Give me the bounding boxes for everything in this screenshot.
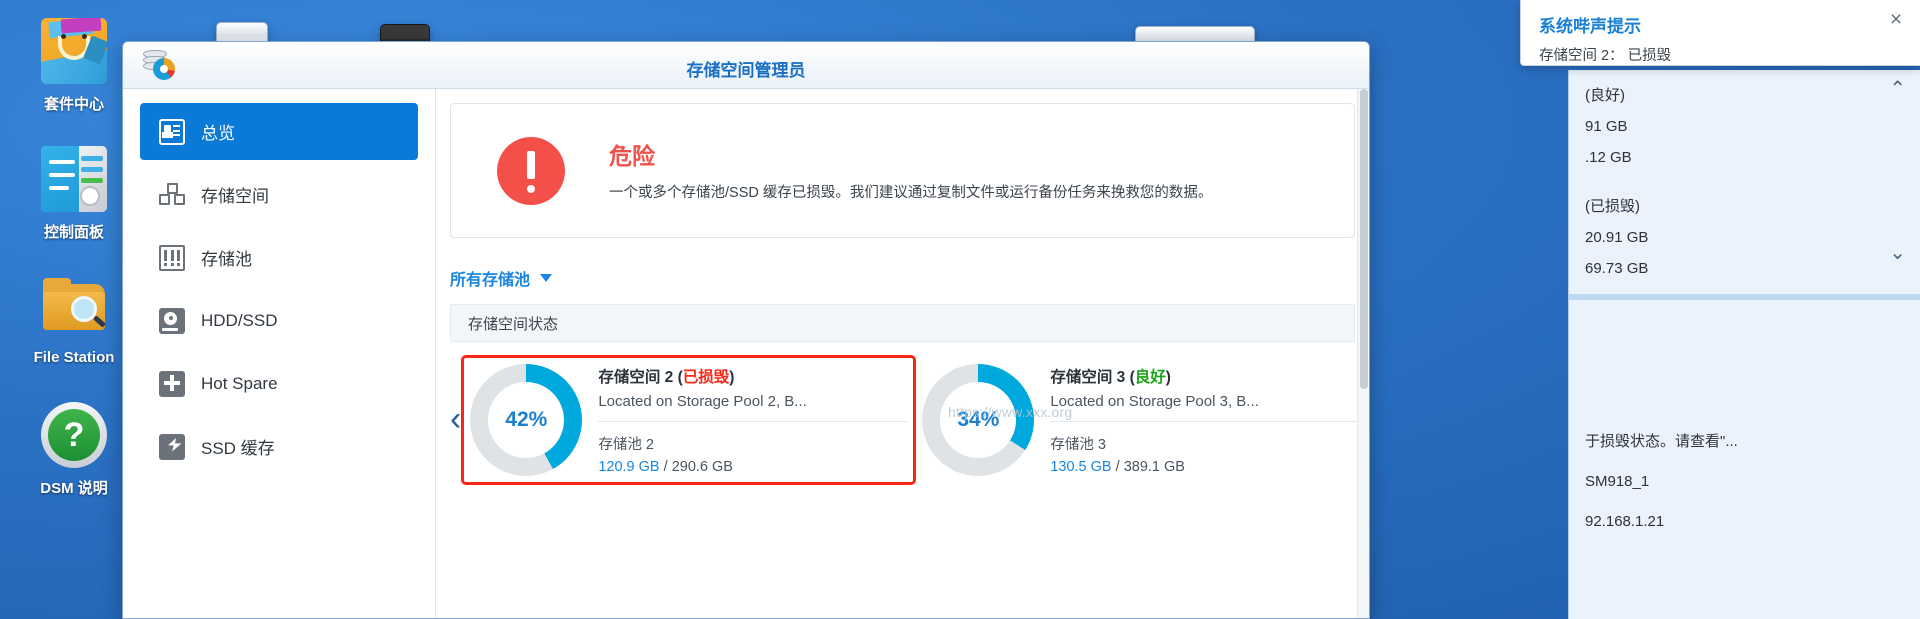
sidebar-item-label: 总览 — [201, 124, 235, 143]
capacity-separator: / — [663, 458, 672, 475]
storage-manager-window: 存储空间管理员 总览 存储空间 存储池 HDD/SSD Hot Spare SS… — [122, 41, 1370, 619]
danger-alert-panel: 危险 一个或多个存储池/SSD 缓存已损毁。我们建议通过复制文件或运行备份任务来… — [450, 103, 1355, 238]
desktop-info-panel: ⌃ ⌄ (良好) 91 GB .12 GB (已损毁) 20.91 GB 69.… — [1568, 70, 1920, 619]
system-notification-toast[interactable]: × 系统哔声提示 存储空间 2： 已损毁 — [1520, 0, 1920, 66]
hdd-ssd-icon — [159, 307, 185, 334]
chevron-up-icon[interactable]: ⌃ — [1889, 76, 1906, 101]
background-window-titlebar — [381, 25, 429, 39]
storage-cards-carousel: ‹ 42% 存储空间 2 (已损毁) Located on Storage Po… — [450, 342, 1366, 497]
control-panel-icon — [41, 146, 107, 212]
sidebar-item-overview[interactable]: 总览 — [140, 103, 418, 160]
dsm-help-icon: ? — [41, 402, 107, 468]
volume-pool-label: 存储池 2 — [598, 436, 654, 453]
volume-icon — [159, 182, 185, 208]
desktop-icon-label: File Station — [33, 349, 115, 366]
overview-icon — [159, 118, 185, 145]
info-line: 92.168.1.21 — [1585, 513, 1665, 530]
danger-exclamation-icon — [497, 136, 565, 205]
volume-title: 存储空间 3 (良好) — [1050, 365, 1365, 387]
sidebar-item-storage-pool[interactable]: 存储池 — [140, 229, 418, 286]
section-title: 存储空间状态 — [468, 315, 559, 333]
volume-subtitle: Located on Storage Pool 2, B... — [598, 393, 908, 422]
sidebar-item-label: Hot Spare — [201, 373, 278, 393]
info-line: SM918_1 — [1585, 473, 1650, 490]
storage-status-section-header: 存储空间状态 — [450, 304, 1355, 342]
sidebar-item-label: 存储空间 — [201, 187, 269, 206]
used-capacity: 130.5 GB — [1050, 458, 1112, 475]
volume-capacity: 130.5 GB / 389.1 GB — [1050, 459, 1365, 475]
usage-donut-chart: 42% — [470, 363, 583, 476]
volume-name: 存储空间 2 — [598, 368, 674, 386]
info-line: 20.91 GB — [1585, 229, 1649, 246]
info-panel-block-two: 于损毁状态。请查看"... SM918_1 92.168.1.21 — [1569, 300, 1920, 542]
info-line: .12 GB — [1585, 149, 1632, 166]
window-body: 总览 存储空间 存储池 HDD/SSD Hot Spare SSD 缓存 危险 … — [123, 89, 1369, 618]
desktop-icon-label: 控制面板 — [43, 224, 104, 241]
chevron-down-icon — [540, 274, 553, 282]
window-titlebar[interactable]: 存储空间管理员 — [123, 42, 1369, 89]
storage-pool-icon — [159, 244, 185, 271]
info-line: 91 GB — [1585, 118, 1628, 135]
carousel-prev-arrow[interactable]: ‹ — [450, 400, 461, 439]
sidebar-item-volume[interactable]: 存储空间 — [140, 166, 418, 223]
package-center-icon — [41, 18, 107, 84]
usage-percent-label: 42% — [505, 407, 548, 431]
file-station-icon — [41, 274, 107, 340]
toast-message: 存储空间 2： 已损毁 — [1539, 48, 1672, 64]
sidebar-item-hot-spare[interactable]: Hot Spare — [140, 355, 418, 412]
background-window-titlebar — [217, 23, 267, 37]
volume-pool-label: 存储池 3 — [1050, 436, 1106, 453]
status-badge: (已损毁) — [677, 368, 735, 386]
close-icon[interactable]: × — [1886, 9, 1906, 30]
background-window-titlebar — [1136, 27, 1254, 41]
content-area: 危险 一个或多个存储池/SSD 缓存已损毁。我们建议通过复制文件或运行备份任务来… — [436, 89, 1369, 618]
used-capacity: 120.9 GB — [598, 458, 660, 475]
content-scrollbar[interactable] — [1357, 89, 1369, 618]
hot-spare-icon — [159, 370, 185, 397]
alert-description: 一个或多个存储池/SSD 缓存已损毁。我们建议通过复制文件或运行备份任务来挽救您… — [609, 184, 1213, 201]
sidebar-item-hdd-ssd[interactable]: HDD/SSD — [140, 292, 418, 349]
info-line: 于损毁状态。请查看"... — [1585, 433, 1738, 450]
volume-title: 存储空间 2 (已损毁) — [598, 365, 907, 387]
volume-capacity: 120.9 GB / 290.6 GB — [598, 459, 907, 475]
info-line: (已损毁) — [1585, 198, 1640, 215]
sidebar-item-ssd-cache[interactable]: SSD 缓存 — [140, 418, 418, 475]
total-capacity: 290.6 GB — [671, 458, 733, 475]
info-line: (良好) — [1585, 87, 1625, 104]
volume-name: 存储空间 3 — [1050, 368, 1126, 386]
total-capacity: 389.1 GB — [1123, 458, 1185, 475]
info-panel-block-one: ⌃ ⌄ (良好) 91 GB .12 GB (已损毁) 20.91 GB 69.… — [1569, 70, 1920, 294]
volume-subtitle: Located on Storage Pool 3, B... — [1050, 393, 1366, 422]
alert-title: 危险 — [609, 142, 655, 169]
sidebar-item-label: 存储池 — [201, 250, 252, 269]
pool-filter-label: 所有存储池 — [450, 272, 531, 289]
status-badge: (良好) — [1129, 368, 1171, 386]
info-line: 69.73 GB — [1585, 260, 1649, 277]
sidebar-item-label: HDD/SSD — [201, 310, 278, 330]
capacity-separator: / — [1115, 458, 1124, 475]
desktop-icon-label: 套件中心 — [43, 96, 104, 113]
desktop-icon-label: DSM 说明 — [40, 480, 108, 497]
chevron-down-icon[interactable]: ⌄ — [1889, 240, 1906, 265]
scrollbar-thumb[interactable] — [1360, 89, 1368, 389]
storage-volume-card[interactable]: 42% 存储空间 2 (已损毁) Located on Storage Pool… — [461, 354, 917, 485]
sidebar-item-label: SSD 缓存 — [201, 439, 275, 458]
watermark-text: https://www.xxx.org — [948, 404, 1073, 420]
sidebar: 总览 存储空间 存储池 HDD/SSD Hot Spare SSD 缓存 — [123, 89, 436, 618]
toast-title: 系统哔声提示 — [1539, 17, 1641, 36]
pool-filter-dropdown[interactable]: 所有存储池 — [450, 266, 1355, 290]
ssd-cache-icon — [159, 433, 185, 460]
window-title: 存储空间管理员 — [686, 61, 806, 80]
